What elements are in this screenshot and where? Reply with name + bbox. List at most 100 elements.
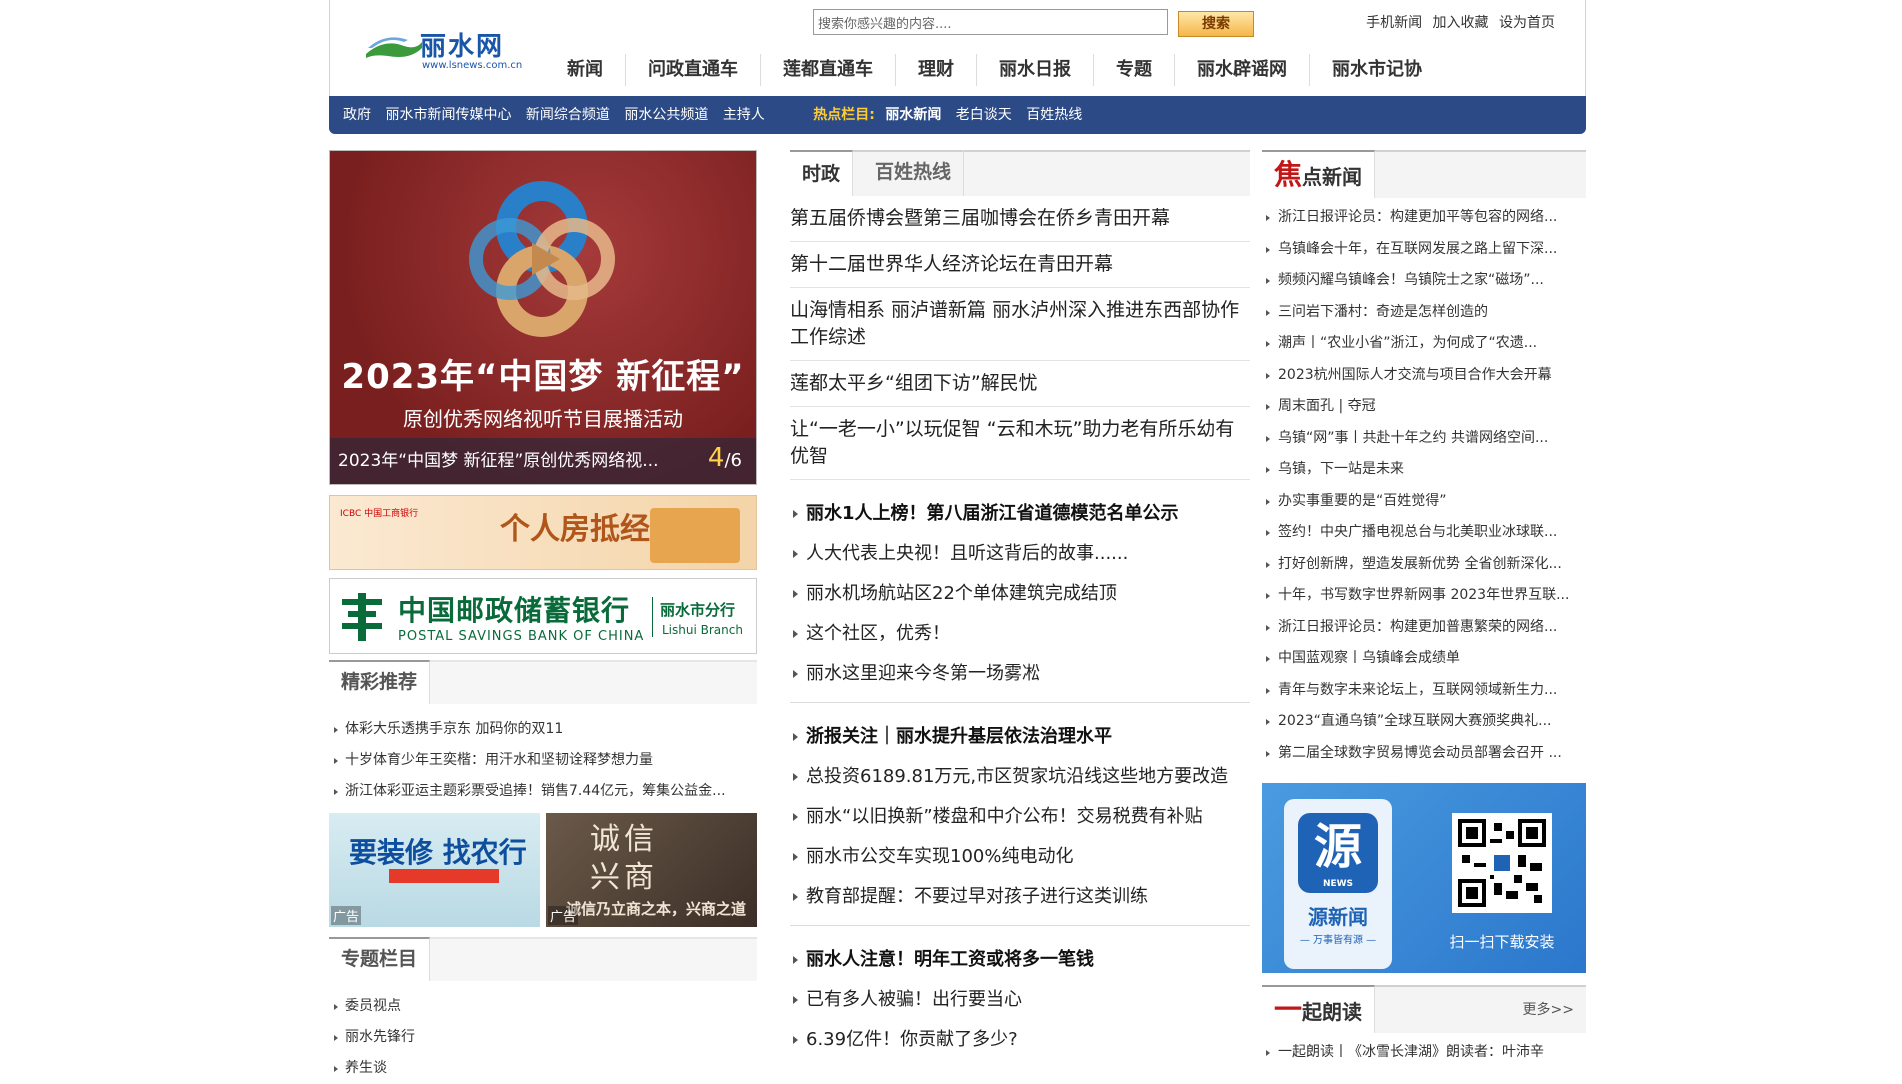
middle-column: 时政 百姓热线 第五届侨博会暨第三届咖博会在侨乡青田开幕 第十二届世界华人经济论… [790, 150, 1250, 1068]
news-item[interactable]: 已有多人被骗！出行要当心 [790, 980, 1250, 1020]
list-item[interactable]: 委员视点 [329, 991, 757, 1022]
nav-wenzheng[interactable]: 问政直通车 [625, 54, 760, 86]
featured-label: 精彩推荐 [329, 660, 431, 704]
news-item[interactable]: 教育部提醒：不要过早对孩子进行这类训练 [790, 877, 1250, 917]
headline-item[interactable]: 第五届侨博会暨第三届咖博会在侨乡青田开幕 [790, 196, 1250, 242]
list-item[interactable]: 2023杭州国际人才交流与项目合作大会开幕 [1262, 360, 1586, 392]
add-favorite-link[interactable]: 加入收藏 [1433, 15, 1489, 31]
list-item[interactable]: 周末面孔 | 夺冠 [1262, 391, 1586, 423]
list-item[interactable]: 第二届全球数字贸易博览会动员部署会召开 ... [1262, 738, 1586, 770]
list-item[interactable]: 2023“直通乌镇”全球互联网大赛颁奖典礼... [1262, 706, 1586, 738]
news-item[interactable]: 丽水1人上榜！第八届浙江省道德模范名单公示 [790, 494, 1250, 534]
subnav-media-center[interactable]: 丽水市新闻传媒中心 [385, 107, 511, 123]
headline-item[interactable]: 第十二届世界华人经济论坛在青田开幕 [790, 242, 1250, 288]
app-icon-sub: NEWS [1322, 879, 1354, 889]
nav-journalist[interactable]: 丽水市记协 [1309, 54, 1444, 86]
list-item[interactable]: 一起朗读丨《冰雪长津湖》朗读者：叶沛辛 [1262, 1037, 1586, 1069]
headline-item[interactable]: 山海情相系 丽泸谱新篇 丽水泸州深入推进东西部协作工作综述 [790, 288, 1250, 361]
nav-liandu[interactable]: 莲都直通车 [760, 54, 895, 86]
list-item[interactable]: 打好创新牌，塑造发展新优势 全省创新深化... [1262, 549, 1586, 581]
reading-header: 一起朗读 更多>> [1262, 985, 1586, 1033]
list-item[interactable]: 体彩大乐透携手京东 加码你的双11 [329, 714, 757, 745]
abc-ad-ribbon [389, 869, 499, 883]
list-item[interactable]: 青年与数字未来论坛上，互联网领域新生力... [1262, 675, 1586, 707]
nav-news[interactable]: 新闻 [545, 54, 625, 86]
app-download-promo[interactable]: 源 NEWS 源新闻 — 万事皆有源 — 扫一扫下载安装 [1262, 783, 1586, 973]
psbc-name-en: POSTAL SAVINGS BANK OF CHINA [398, 629, 645, 644]
abc-ad-banner[interactable]: 要装修 找农行 广告 [329, 813, 540, 927]
list-item[interactable]: 频频闪耀乌镇峰会！乌镇院士之家“磁场”... [1262, 265, 1586, 297]
focus-list: 浙江日报评论员：构建更加平等包容的网络... 乌镇峰会十年，在互联网发展之路上留… [1262, 202, 1586, 769]
search-input[interactable]: 搜索你感兴趣的内容.... [813, 9, 1168, 35]
list-item[interactable]: 十年，书写数字世界新网事 2023年世界互联... [1262, 580, 1586, 612]
icbc-ad-banner[interactable]: ICBC 中国工商银行 个人房抵经营贷 [329, 495, 757, 570]
list-item[interactable]: 三问岩下潘村：奇迹是怎样创造的 [1262, 297, 1586, 329]
tab-hotline[interactable]: 百姓热线 [863, 150, 965, 196]
ad-pair: 要装修 找农行 广告 诚信 兴商 诚信乃立商之本，兴商之道 广告 [329, 813, 757, 927]
list-item[interactable]: 办实事重要的是“百姓觉得” [1262, 486, 1586, 518]
subnav-gov[interactable]: 政府 [343, 107, 371, 123]
news-item[interactable]: 总投资6189.81万元,市区贺家坑沿线这些地方要改造 [790, 757, 1250, 797]
integrity-ad-banner[interactable]: 诚信 兴商 诚信乃立商之本，兴商之道 广告 [546, 813, 757, 927]
list-item[interactable]: 乌镇，下一站是未来 [1262, 454, 1586, 486]
carousel[interactable]: 2023年“中国梦 新征程” 原创优秀网络视听节目展播活动 2023年“中国梦 … [329, 150, 757, 485]
news-item[interactable]: 6.39亿件！你贡献了多少? [790, 1020, 1250, 1060]
set-homepage-link[interactable]: 设为首页 [1499, 15, 1555, 31]
special-label: 专题栏目 [329, 937, 431, 981]
nav-finance[interactable]: 理财 [895, 54, 976, 86]
news-item[interactable]: 丽水机场航站区22个单体建筑完成结顶 [790, 574, 1250, 614]
subnav-public-channel[interactable]: 丽水公共频道 [624, 107, 708, 123]
nav-rumor[interactable]: 丽水辟谣网 [1174, 54, 1309, 86]
site-logo[interactable]: 丽水网 www.lsnews.com.cn [360, 20, 530, 71]
carousel-current: 4 [707, 443, 725, 473]
hot-label: 热点栏目: [813, 107, 875, 123]
news-item[interactable]: 人大代表上央视！且听这背后的故事...... [790, 534, 1250, 574]
list-item[interactable]: 签约！中央广播电视总台与北美职业冰球联... [1262, 517, 1586, 549]
carousel-caption[interactable]: 2023年“中国梦 新征程”原创优秀网络视... [330, 438, 756, 484]
reading-more-link[interactable]: 更多>> [1523, 999, 1574, 1019]
psbc-divider [652, 597, 653, 637]
list-item[interactable]: 浙江日报评论员：构建更加普惠繁荣的网络... [1262, 612, 1586, 644]
news-item[interactable]: 丽水这里迎来今冬第一场雾凇 [790, 654, 1250, 694]
list-item[interactable]: 十岁体育少年王奕楷：用汗水和坚韧诠释梦想力量 [329, 745, 757, 776]
sub-nav: 政府 丽水市新闻传媒中心 新闻综合频道 丽水公共频道 主持人 热点栏目: 丽水新… [329, 96, 1586, 134]
subnav-news-channel[interactable]: 新闻综合频道 [526, 107, 610, 123]
icbc-logo: ICBC 中国工商银行 [340, 509, 419, 519]
list-item[interactable]: 浙江体彩亚运主题彩票受追捧！销售7.44亿元，筹集公益金... [329, 776, 757, 807]
hot-lishui-news[interactable]: 丽水新闻 [885, 107, 941, 123]
headline-item[interactable]: 让“一老一小”以玩促智 “云和木玩”助力老有所乐幼有优智 [790, 407, 1250, 480]
search-button[interactable]: 搜索 [1178, 11, 1254, 37]
dream-emblem-icon [469, 181, 615, 337]
nav-special[interactable]: 专题 [1093, 54, 1174, 86]
qr-code-icon[interactable] [1452, 813, 1552, 913]
list-item[interactable]: 乌镇“网”事丨共赴十年之约 共谱网络空间... [1262, 423, 1586, 455]
left-column: 2023年“中国梦 新征程” 原创优秀网络视听节目展播活动 2023年“中国梦 … [329, 150, 757, 1084]
app-name: 源新闻 [1308, 905, 1368, 929]
headline-item[interactable]: 莲都太平乡“组团下访”解民忧 [790, 361, 1250, 407]
top-links: 手机新闻 加入收藏 设为首页 [1360, 12, 1555, 32]
mobile-news-link[interactable]: 手机新闻 [1366, 15, 1422, 31]
carousel-subtitle: 原创优秀网络视听节目展播活动 [403, 407, 683, 431]
news-item[interactable]: 丽水市公交车实现100%纯电动化 [790, 837, 1250, 877]
news-item[interactable]: 这个社区，优秀！ [790, 614, 1250, 654]
hot-laobai[interactable]: 老白谈天 [956, 107, 1012, 123]
headline-list: 第五届侨博会暨第三届咖博会在侨乡青田开幕 第十二届世界华人经济论坛在青田开幕 山… [790, 196, 1250, 480]
news-item[interactable]: 丽水人注意！明年工资或将多一笔钱 [790, 940, 1250, 980]
tab-politics[interactable]: 时政 [790, 150, 854, 196]
special-header: 专题栏目 [329, 937, 757, 981]
list-item[interactable]: 乌镇峰会十年，在互联网发展之路上留下深... [1262, 234, 1586, 266]
list-item[interactable]: 养生谈 [329, 1053, 757, 1084]
list-item[interactable]: 丽水先锋行 [329, 1022, 757, 1053]
nav-lishui-daily[interactable]: 丽水日报 [976, 54, 1093, 86]
focus-label-rest: 点新闻 [1302, 165, 1363, 189]
list-item[interactable]: 中国蓝观察丨乌镇峰会成绩单 [1262, 643, 1586, 675]
subnav-hosts[interactable]: 主持人 [723, 107, 765, 123]
news-item[interactable]: 浙报关注｜丽水提升基层依法治理水平 [790, 717, 1250, 757]
news-item[interactable]: 丽水“以旧换新”楼盘和中介公布！交易税费有补贴 [790, 797, 1250, 837]
list-item[interactable]: 浙江日报评论员：构建更加平等包容的网络... [1262, 202, 1586, 234]
psbc-ad-banner[interactable]: 中国邮政储蓄银行 POSTAL SAVINGS BANK OF CHINA 丽水… [329, 578, 757, 654]
news-tabs: 时政 百姓热线 [790, 150, 1250, 196]
list-item[interactable]: 潮声丨“农业小省”浙江，为何成了“农遗... [1262, 328, 1586, 360]
qr-hint: 扫一扫下载安装 [1449, 933, 1555, 951]
hot-hotline[interactable]: 百姓热线 [1026, 107, 1082, 123]
